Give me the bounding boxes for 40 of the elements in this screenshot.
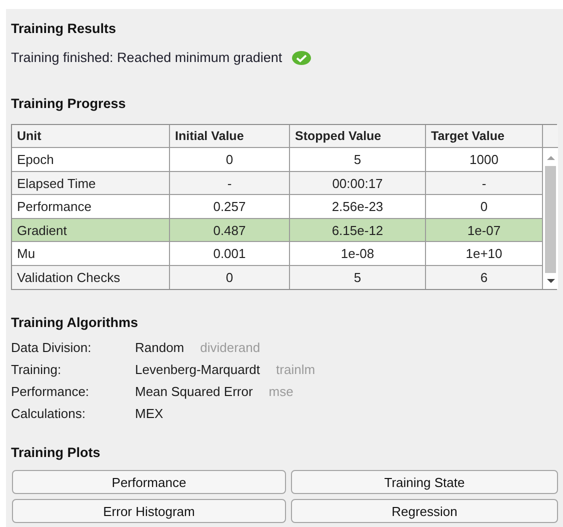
plot-button[interactable]: Training State [291, 470, 558, 494]
column-header[interactable]: Target Value [426, 125, 543, 148]
field-value: Levenberg-Marquardt [135, 362, 260, 378]
table-cell: 1e-07 [426, 218, 543, 242]
table-cell: - [426, 172, 543, 195]
table-cell: Gradient [12, 218, 170, 242]
field-value: MEX [135, 406, 164, 422]
table-cell: 6 [426, 266, 543, 289]
table-cell: 0 [170, 266, 290, 289]
field-label: Performance: [11, 384, 90, 400]
field-label: Training: [11, 362, 62, 378]
function-name: mse [268, 384, 294, 400]
table-cell: 6.15e-12 [290, 218, 426, 242]
column-header[interactable]: Unit [12, 125, 170, 148]
plot-button[interactable]: Regression [291, 499, 558, 523]
section-heading: Training Algorithms [11, 315, 140, 331]
section-heading: Training Plots [11, 445, 102, 461]
table-cell: Elapsed Time [12, 172, 170, 195]
field-label: Calculations: [11, 406, 86, 422]
field-value: Mean Squared Error [135, 384, 253, 400]
scroll-down-icon[interactable] [546, 277, 556, 285]
table-cell: 00:00:17 [290, 172, 426, 195]
field-value: Random [135, 340, 184, 356]
table-cell: 0.487 [170, 218, 290, 242]
table-cell: 5 [290, 266, 426, 289]
function-name: trainlm [276, 362, 316, 378]
section-heading: Training Progress [11, 96, 127, 112]
scrollbar-thumb[interactable] [545, 166, 556, 273]
plot-button[interactable]: Error Histogram [12, 499, 286, 523]
plot-button[interactable]: Performance [12, 470, 286, 494]
column-header[interactable]: Stopped Value [290, 125, 426, 148]
function-name: dividerand [200, 340, 260, 356]
section-heading: Training Results [11, 21, 118, 37]
scroll-up-icon[interactable] [546, 154, 556, 162]
table-cell: - [170, 172, 290, 195]
column-header[interactable]: Initial Value [170, 125, 290, 148]
field-label: Data Division: [11, 340, 92, 356]
table-cell: Validation Checks [12, 266, 170, 289]
status-message: Training finished: Reached minimum gradient [11, 50, 282, 65]
scrollbar[interactable] [543, 148, 558, 289]
